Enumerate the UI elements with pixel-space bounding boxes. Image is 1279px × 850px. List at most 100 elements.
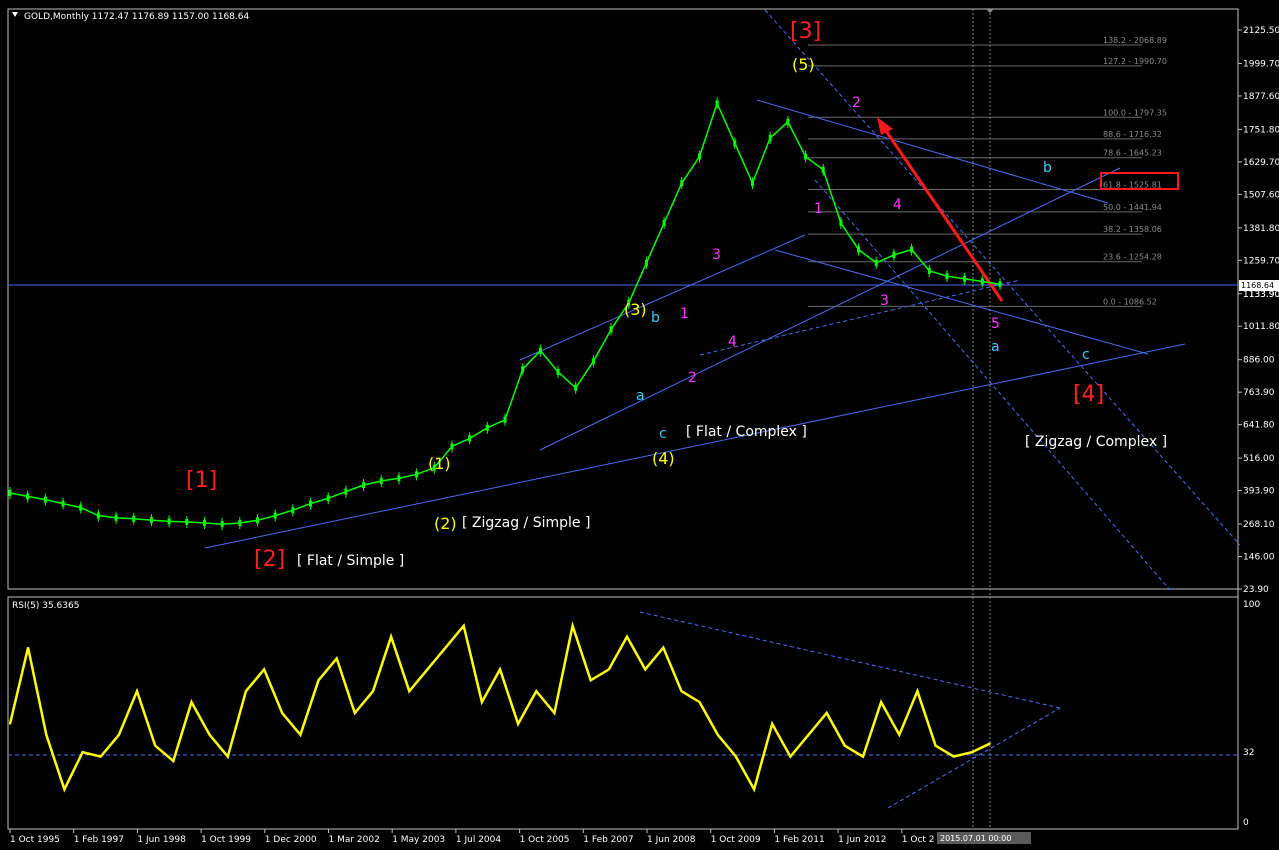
dashed-trend-3 [699,279,1021,356]
chart-window: GOLD,Monthly 1172.47 1176.89 1157.00 116… [0,0,1279,846]
price-panel-border [7,8,1239,590]
price-tick-label: 886.00 [1243,356,1275,366]
time-tick-label: 1 Feb 2007 [583,835,633,845]
price-tick-label: 1381.80 [1243,224,1279,234]
wave-label: (1) [428,454,451,473]
wave-label: [4] [1073,382,1104,407]
wave-label: 2 [688,370,697,386]
wave-label: a [991,339,1000,355]
wave-label: 3 [880,293,889,309]
rsi-tick-label: 0 [1243,818,1249,828]
wave-label: [2] [254,547,285,572]
time-tick-label: 1 May 2003 [392,835,445,845]
arrow-head-icon [877,117,893,135]
price-line [9,101,1001,525]
wave-label: b [651,310,660,326]
price-tick-label: 146.00 [1243,553,1275,563]
price-tick-label: 2125.50 [1243,26,1279,36]
time-tick-label: 1 Mar 2002 [329,835,380,845]
fib-level-label: 23.6 - 1254.28 [1103,253,1162,262]
date-tag: 2015.07.01 00:00 [940,834,1011,843]
annotation-flat-simple: [ Flat / Simple ] [297,553,404,569]
price-tick-label: 516.00 [1243,454,1275,464]
price-tick-label: 641.80 [1243,421,1275,431]
wave-label: [1] [186,468,217,493]
last-price-tag: 1133.90 [1243,290,1279,300]
trendlines[interactable] [204,99,1186,549]
wave-label: 5 [991,316,1000,332]
wave-label: (4) [652,449,675,468]
fib-level-label: 88.6 - 1716.32 [1103,130,1162,139]
trendline-channel-upper [519,234,806,361]
price-tick-label: 1751.80 [1243,125,1279,135]
wave-label: (3) [624,300,647,319]
wave-label: c [659,426,667,442]
rsi-tick-label: 100 [1243,600,1260,610]
time-tick-label: 1 Oct 2 [902,835,935,845]
annotation-flat-complex: [ Flat / Complex ] [686,424,807,440]
wave-label: 3 [712,247,721,263]
time-tick-label: 1 Oct 1995 [10,835,60,845]
wave-label: 1 [814,201,823,217]
time-tick-label: 1 Jun 2008 [647,835,696,845]
time-tick-label: 1 Oct 2009 [711,835,761,845]
time-tick-label: 1 Feb 2011 [774,835,824,845]
chart-canvas[interactable]: GOLD,Monthly 1172.47 1176.89 1157.00 116… [0,0,1279,846]
time-tick-label: 1 Jul 2004 [456,835,501,845]
symbol-info: GOLD,Monthly 1172.47 1176.89 1157.00 116… [24,12,249,22]
price-tick-label: 1629.70 [1243,158,1279,168]
time-tick-label: 1 Jun 1998 [137,835,186,845]
time-tick-label: 1 Oct 1999 [201,835,251,845]
price-tick-label: 1877.60 [1243,92,1279,102]
wave-label: (5) [792,55,815,74]
price-axis: 2125.50 1999.70 1877.60 1751.80 1629.70 1507.… [1238,26,1279,595]
price-tick-label: 268.10 [1243,520,1275,530]
time-tick-label: 1 Feb 1997 [74,835,124,845]
price-tick-label: 1259.70 [1243,256,1279,266]
annotation-zigzag-simple: [ Zigzag / Simple ] [462,515,590,531]
fib-level-label: 0.0 - 1086.52 [1103,297,1157,306]
time-tick-label: 1 Oct 2005 [520,835,570,845]
wave-label: 4 [728,334,737,350]
price-tick-label: 1011.80 [1243,322,1279,332]
wave-label: 1 [680,306,689,322]
time-tick-label: 1 Jun 2012 [838,835,886,845]
current-price-label: 1168.64 [1241,281,1274,290]
time-axis: 1 Oct 1995 1 Feb 1997 1 Jun 1998 1 Oct 1999… [9,829,935,845]
price-series [8,97,1002,531]
rsi-triangle-upper [639,611,1061,709]
shift-marker-icon[interactable] [986,9,994,13]
wave-label: [3] [790,19,821,44]
price-tick-label: 23.90 [1243,585,1269,595]
wave-label: 4 [893,197,902,213]
rsi-axis: 100 32 0 [1243,600,1260,828]
rsi-tick-label: 32 [1243,748,1254,758]
rsi-triangle-lower [887,707,1061,809]
rsi-line [8,621,991,793]
time-tick-label: 1 Dec 2000 [265,835,317,845]
dashed-trend-1 [764,9,1241,546]
price-tick-label: 393.90 [1243,487,1275,497]
wave-label: (2) [434,514,457,533]
fib-level-label: 100.0 - 1797.35 [1103,108,1167,117]
fib-level-label: 78.6 - 1645.23 [1103,149,1162,158]
fib-level-label: 38.2 - 1358.06 [1103,225,1162,234]
collapse-icon[interactable] [12,12,18,17]
fib-level-label: 127.2 - 1990.70 [1103,57,1167,66]
wave-label: 2 [852,95,861,111]
trendline-b-lower [774,249,1149,355]
price-tick-label: 1507.60 [1243,190,1279,200]
wave-label: c [1082,347,1090,363]
trendline-b-upper [756,99,1109,204]
wave-label: a [636,388,645,404]
fib-level-label: 50.0 - 1441.94 [1103,203,1162,212]
rsi-panel-border [7,596,1239,830]
rsi-info: RSI(5) 35.6365 [12,601,79,611]
annotation-zigzag-complex: [ Zigzag / Complex ] [1025,434,1167,450]
price-tick-label: 1999.70 [1243,59,1279,69]
wave-label: b [1043,160,1052,176]
price-tick-label: 763.90 [1243,388,1275,398]
wave-labels[interactable]: [1] [2] [3] [4] (1) (2) (3) (4) (5) 1 2 3 4 1 2 3 4 5 a b c a… [186,19,1104,572]
fib-level-label: 138.2 - 2068.89 [1103,36,1167,45]
dashed-trend-2 [814,179,1171,591]
